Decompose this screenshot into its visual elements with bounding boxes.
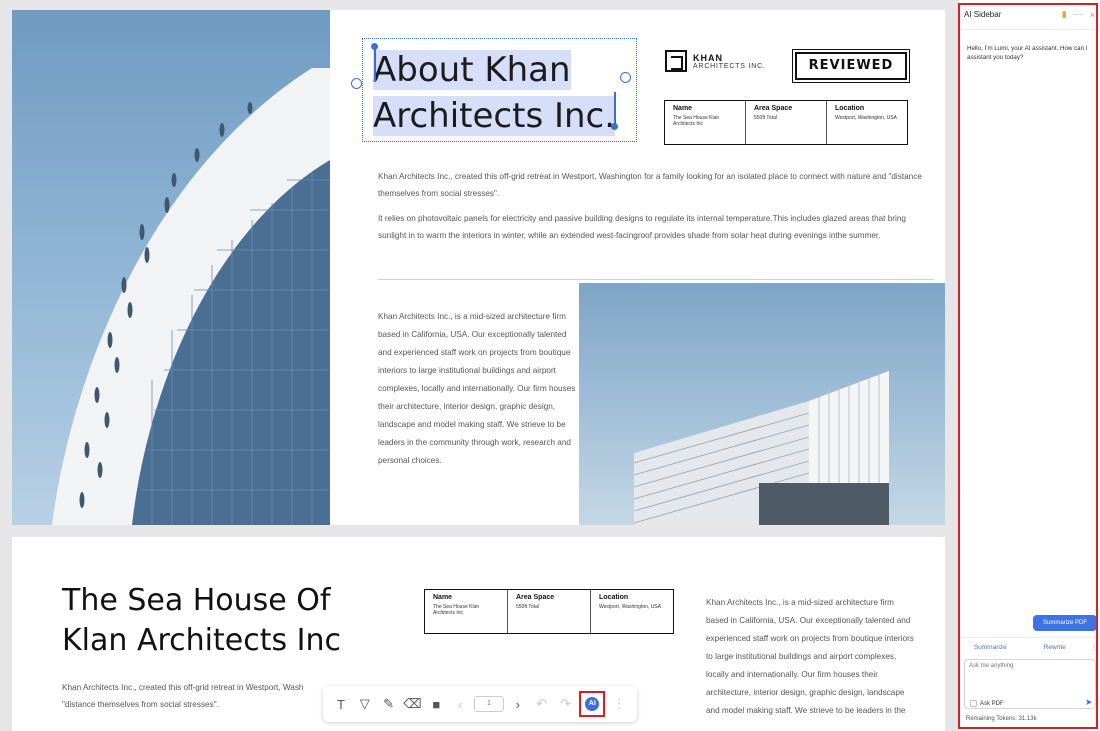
next-page-icon[interactable]: › [508,693,528,715]
intro-paragraph: Khan Architects Inc., created this off-g… [378,172,922,198]
selection-end-caret[interactable] [614,92,616,126]
energy-paragraph: It relies on photovoltaic panels for ele… [378,214,906,240]
logo-name: KHAN [693,52,723,63]
summarize-pdf-button[interactable]: Summarize PDF [1033,615,1097,631]
selection-start-caret[interactable] [374,48,376,82]
divider [378,279,934,280]
undo-icon[interactable]: ↶ [532,693,552,715]
tower-building-image [12,10,330,525]
page2-firm-paragraph: Khan Architects Inc., is a mid-sized arc… [706,598,914,715]
khan-logo: KHAN ARCHITECTS INC. [665,50,766,72]
rewrite-button[interactable]: Rewrite [1023,638,1088,657]
title-line-1[interactable]: About Khan [373,50,571,90]
shape-icon[interactable]: ■ [426,693,446,715]
sidebar-title: AI Sidebar [964,10,1002,19]
remaining-tokens: Remaining Tokens: 31.13k [966,716,1037,722]
info-header-location: Location [835,105,865,112]
page-title[interactable]: About Khan Architects Inc. [373,47,616,139]
page-number: 1 [487,700,491,707]
floating-toolbar: T ▽ ✎ ⌫ ■ ‹ 1 › ↶ ↷ AI ⋮ [323,686,637,722]
document-viewer[interactable]: About Khan Architects Inc. KHAN ARCHITECT… [0,0,955,731]
prev-page-icon[interactable]: ‹ [450,693,470,715]
more-options-icon[interactable]: ⋯ [1074,9,1083,20]
page2-info-table: Name The Sea House Klan Architects Inc Ar… [424,589,674,634]
logo-mark-icon [665,50,687,72]
info-value-location: Westport, Washington, USA [835,115,897,121]
redo-icon[interactable]: ↷ [556,693,576,715]
info2-value-area: 550ft Total [516,604,539,610]
info2-value-name: The Sea House Klan Architects Inc [433,604,480,616]
more-icon[interactable]: ⋮ [609,693,629,715]
info2-header-area: Area Space [516,594,555,601]
pdf-page-1: About Khan Architects Inc. KHAN ARCHITECT… [12,10,945,525]
info2-header-name: Name [433,594,453,601]
firm-paragraph: Khan Architects Inc., is a mid-sized arc… [378,312,576,465]
ai-assistant-icon: AI [585,697,600,711]
pin-icon[interactable]: ▮ [1062,9,1067,20]
resize-handle-left[interactable] [351,78,362,89]
selected-title-textbox[interactable]: About Khan Architects Inc. [362,38,637,142]
info-value-name: The Sea House Klan Architects Inc [673,115,720,127]
building-illustration [633,371,889,525]
info-header-area: Area Space [754,105,793,112]
reviewed-stamp: REVIEWED [792,49,910,83]
text-tool-icon[interactable]: T [331,693,351,715]
ai-sidebar: AI Sidebar ▮ ⋯ × Hello, I'm Lumi, your A… [957,0,1100,731]
tower-illustration [52,68,330,525]
info-header-name: Name [673,105,693,112]
close-icon[interactable]: × [1090,10,1095,20]
page2-intro-paragraph: Khan Architects Inc., created this off-g… [62,683,304,709]
info2-header-location: Location [599,594,629,601]
info2-value-location: Westport, Washington, USA [599,604,661,610]
logo-subtitle: ARCHITECTS INC. [693,62,766,70]
pen-icon[interactable]: ✎ [379,693,399,715]
eraser-icon[interactable]: ⌫ [403,693,423,715]
send-icon[interactable]: ➤ [1085,697,1093,708]
page-number-field[interactable]: 1 [474,696,504,712]
page2-title-line-1: The Sea House Of [62,583,331,618]
ask-pdf-label: Ask PDF [980,700,1004,707]
selection-start-knob[interactable] [371,43,378,50]
actions-more-icon[interactable]: ⋮ [1087,638,1100,657]
page2-title: The Sea House Of Klan Architects Inc [62,581,341,661]
ai-assistant-button[interactable]: AI [579,691,606,717]
title-line-2[interactable]: Architects Inc. [373,96,616,136]
ask-pdf-checkbox[interactable] [970,700,977,707]
ask-pdf-toggle[interactable]: Ask PDF [970,700,1004,707]
office-building-image [579,283,945,525]
sidebar-header: AI Sidebar ▮ ⋯ × [958,0,1100,30]
page2-title-line-2: Klan Architects Inc [62,623,341,658]
highlighter-icon[interactable]: ▽ [355,693,375,715]
info-value-area: 550ft Total [754,115,777,121]
resize-handle-right[interactable] [620,72,631,83]
summarize-button[interactable]: Summarize [958,638,1023,657]
quick-actions: Summarize Rewrite ⋮ [958,637,1100,657]
assistant-greeting: Hello, I'm Lumi, your AI assistant. How … [967,45,1088,61]
selection-end-knob[interactable] [611,123,618,130]
project-info-table: Name The Sea House Klan Architects Inc Ar… [664,100,908,145]
